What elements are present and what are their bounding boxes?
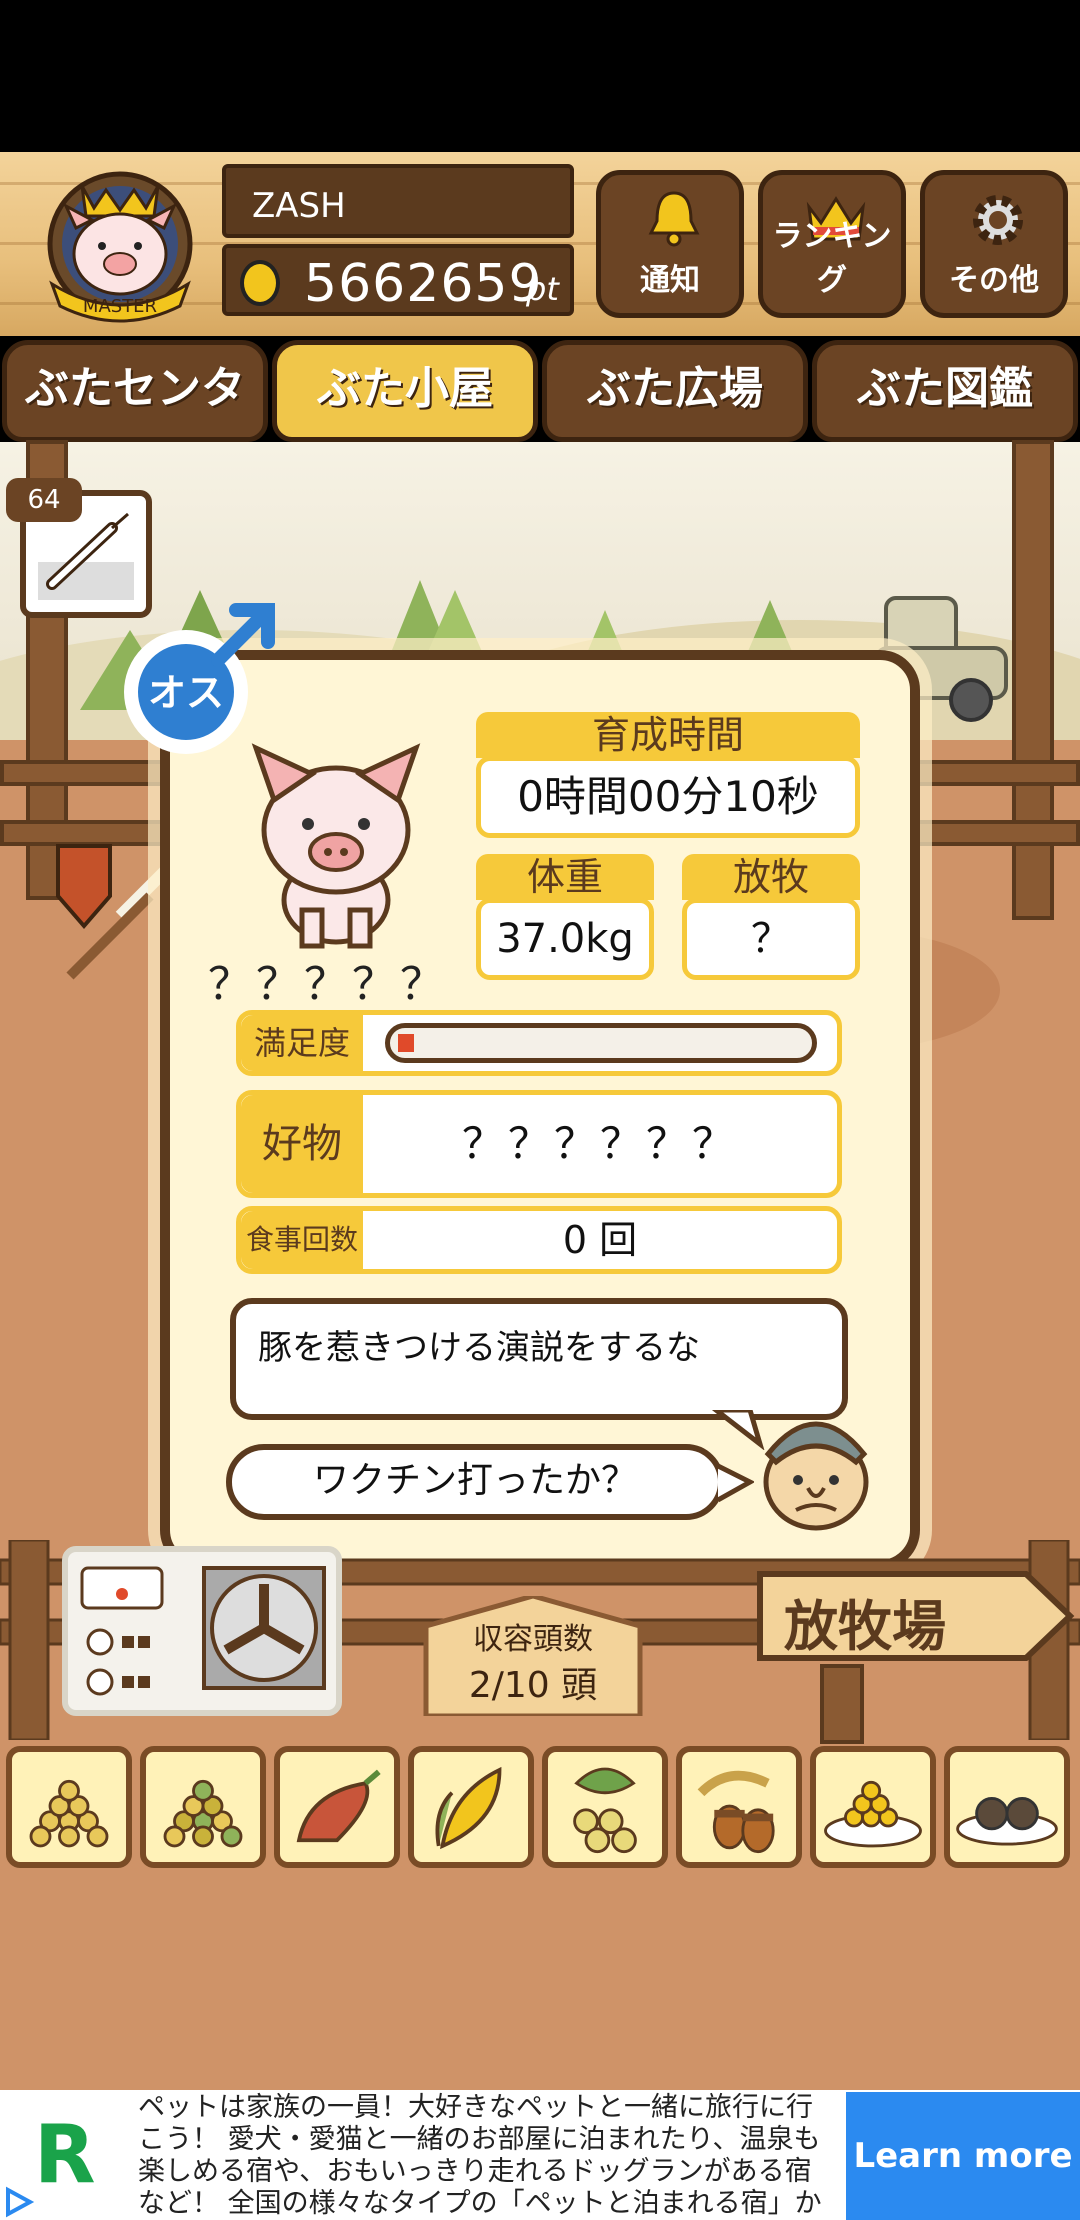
player-badge-icon[interactable]: MASTER [30,166,210,326]
male-gender-icon: オス [124,603,275,754]
tab-buta-center[interactable]: ぶたセンター [2,340,268,502]
player-name-box: ZASH [222,164,574,238]
food-slot-mixed-feed[interactable] [140,1746,266,1868]
food-slot-acorn[interactable] [676,1746,802,1868]
ad-choices-icon[interactable] [0,2184,36,2220]
tab-label: ぶた小屋 [317,363,493,414]
tab-buta-hiroba[interactable]: ぶた広場 [542,340,808,442]
pill-tail [718,1463,754,1503]
bell-icon [648,191,700,247]
grazing-value: ？ [682,898,860,980]
ad-button-label: Learn more [853,2136,1073,2176]
vaccine-button-label: ワクチン打ったか？ [312,1460,637,1501]
pig-icon [251,743,421,949]
grazing-field-label: 放牧場 [784,1595,946,1658]
soybean-plate-icon [824,1780,922,1848]
farmer-face-icon [763,1421,869,1531]
notification-button[interactable]: 通知 [596,170,744,318]
syringe-count: 64 [6,478,82,522]
ad-logo: R [34,2108,96,2201]
tab-buta-koya[interactable]: ぶた小屋 [272,340,538,442]
speech-bubble: 豚を惹きつける演説をするな [230,1298,848,1420]
pig-name: ？？？？？ [208,959,448,1010]
mixed-feed-icon [163,1779,243,1848]
capacity-label: 収容頭数 [473,1622,593,1657]
grazing-field-sign[interactable]: 放牧場 [756,1566,1076,1666]
gate-post-right [1012,440,1054,920]
food-slot-truffle-plate[interactable] [944,1746,1070,1868]
satisfaction-cell [363,1015,837,1071]
gear-icon [973,195,1023,245]
food-slot-feed[interactable] [6,1746,132,1868]
sign-post [820,1664,864,1744]
ventilation-panel[interactable] [62,1546,342,1716]
tab-buta-zukan[interactable]: ぶた図鑑 [812,340,1078,442]
satisfaction-bar-fill [398,1034,414,1052]
ranking-label: ランキング [772,219,892,298]
points-unit: pt [526,270,559,308]
beans-icon [573,1767,637,1854]
truffle-plate-icon [956,1797,1058,1846]
growth-time-label: 育成時間 [476,712,860,758]
points-box: 5662659 pt [222,244,574,316]
coin-icon [240,260,280,306]
meals-value: 0 回 [363,1211,837,1269]
settings-button[interactable]: その他 [920,170,1068,318]
gender-label: オス [148,671,224,715]
tab-label: ぶた広場 [587,363,763,414]
favorite-value: ？？？？？？ [363,1095,837,1193]
meals-label: 食事回数 [241,1211,363,1269]
player-name: ZASH [252,186,346,226]
corn-icon [435,1766,502,1850]
grazing-label: 放牧 [682,854,860,900]
badge-label: MASTER [83,296,157,317]
food-slot-corn[interactable] [408,1746,534,1868]
sweet-potato-icon [296,1769,381,1843]
tab-label: ぶた図鑑 [857,363,1033,414]
ranking-button[interactable]: ランキング [758,170,906,318]
syringe-icon [38,512,134,600]
settings-label: その他 [949,263,1039,298]
ad-logo-letter: R [34,2108,96,2201]
ad-text: ペットは家族の一員！大好きなペットと一緒に旅行に行こう！ 愛犬・愛猫と一緒のお部… [138,2092,822,2219]
satisfaction-label: 満足度 [241,1015,363,1071]
status-bar [0,0,1080,152]
notification-label: 通知 [640,263,700,298]
weight-label: 体重 [476,854,654,900]
acorn-icon [697,1770,775,1854]
feed-icon [29,1779,109,1848]
satisfaction-bar [385,1023,817,1063]
food-slot-sweet-potato[interactable] [274,1746,400,1868]
points-value: 5662659 [304,254,543,314]
fan-control-icon [80,1566,326,1696]
ad-learn-more-button[interactable]: Learn more [846,2092,1080,2220]
food-slot-soybean-plate[interactable] [810,1746,936,1868]
vaccine-button[interactable]: ワクチン打ったか？ [226,1444,724,1520]
food-slot-beans[interactable] [542,1746,668,1868]
favorite-label: 好物 [241,1095,363,1193]
weight-value: 37.0kg [476,898,654,980]
capacity-value: 2/10 頭 [468,1665,598,1706]
growth-time-value: 0時間00分10秒 [476,756,860,838]
speech-text: 豚を惹きつける演説をするな [258,1328,700,1368]
